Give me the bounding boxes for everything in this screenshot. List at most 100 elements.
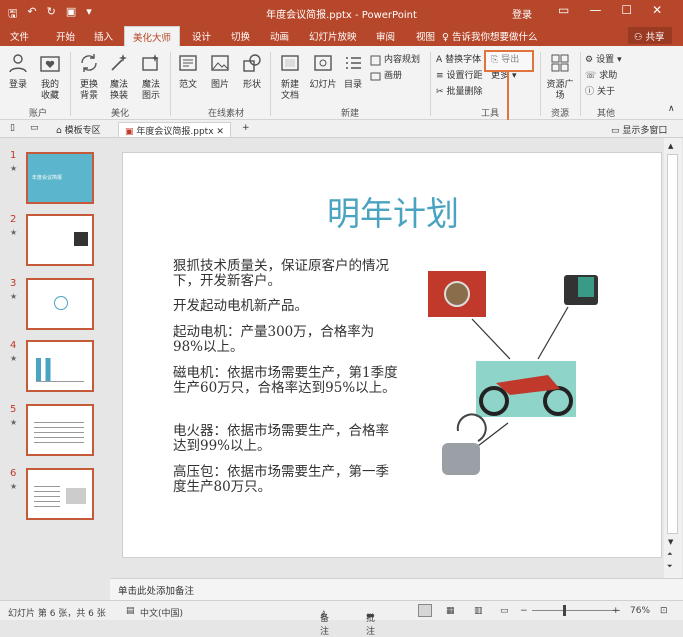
tab-transitions[interactable]: 切换: [231, 29, 250, 43]
group-online-label: 在线素材: [207, 109, 244, 119]
scroll-thumb[interactable]: [667, 154, 678, 534]
templates-tab-label: 模板专区: [64, 126, 101, 136]
next-slide-icon[interactable]: ⏷: [667, 562, 673, 571]
tab-beautify-master[interactable]: 美化大师: [124, 26, 181, 46]
resource-plaza-button[interactable]: 资源广场: [546, 52, 574, 102]
image-label: 图片: [210, 80, 229, 90]
show-multi-window[interactable]: ▭ 显示多窗口: [605, 122, 673, 137]
zoom-slider[interactable]: [532, 610, 620, 611]
tab-view[interactable]: 视图: [416, 29, 435, 43]
slide-paragraph[interactable]: 电火器：依据市场需要生产，合格率达到99%以上。: [173, 424, 398, 454]
about-button[interactable]: ⓘ 关于: [585, 87, 615, 98]
reading-view-icon[interactable]: ▥: [474, 606, 483, 616]
slide-paragraph[interactable]: 磁电机：依据市场需要生产，第1季度生产60万只，合格率达到95%以上。: [173, 366, 398, 396]
more-button[interactable]: 更多 ▾: [491, 71, 517, 82]
slide-title[interactable]: 明年计划: [123, 187, 663, 235]
slide-thumbnail-5[interactable]: [26, 404, 94, 456]
fit-to-window-icon[interactable]: ⊡: [660, 606, 668, 616]
prev-slide-icon[interactable]: ⏶: [667, 550, 673, 559]
new-doc-icon: [281, 55, 299, 71]
folder-icon[interactable]: ▭: [24, 122, 45, 137]
current-slide[interactable]: 明年计划 狠抓技术质量关，保证原客户的情况下，开发新客户。 开发起动电机新产品。…: [122, 152, 662, 558]
tab-design[interactable]: 设计: [192, 29, 211, 43]
ignition-connector: [578, 277, 594, 297]
tab-insert[interactable]: 插入: [94, 29, 113, 43]
file-icon[interactable]: ▯: [4, 122, 21, 137]
tab-slideshow[interactable]: 幻灯片放映: [309, 29, 357, 43]
scroll-down-icon[interactable]: ▼: [668, 538, 673, 546]
zoom-slider-thumb[interactable]: [563, 605, 566, 616]
close-icon[interactable]: ✕: [652, 3, 662, 17]
content-plan-button[interactable]: 内容规划: [370, 55, 420, 66]
zoom-in-icon[interactable]: +: [612, 606, 620, 616]
magic-diagram-button[interactable]: 魔法图示: [139, 52, 163, 102]
new-tab-button[interactable]: +: [236, 122, 256, 137]
language-indicator[interactable]: 中文(中国): [140, 606, 183, 619]
favorites-button[interactable]: 我的收藏: [38, 52, 62, 102]
current-document-tab[interactable]: ▣ 年度会议简报.pptx ✕: [118, 122, 231, 137]
new-document-button[interactable]: 新建文档: [278, 52, 302, 102]
refresh-icon: [81, 54, 97, 72]
scroll-up-icon[interactable]: ▲: [668, 142, 673, 150]
templates-tab[interactable]: ⌂ 模板专区: [50, 122, 107, 137]
animation-star-icon: ★: [10, 292, 18, 301]
tab-home[interactable]: 开始: [56, 29, 75, 43]
chevron-down-icon: ▾: [617, 55, 622, 65]
favorites-label: 我的收藏: [40, 80, 59, 101]
ppt-icon: ▣: [125, 127, 137, 137]
font-icon: A: [436, 55, 443, 65]
slide-paragraph[interactable]: 高压包：依据市场需要生产，第一季度生产80万只。: [173, 465, 398, 495]
login-button[interactable]: 登录: [6, 52, 30, 91]
line-spacing-icon: ≡: [436, 71, 444, 81]
batch-delete-button[interactable]: ✂ 批量删除: [436, 87, 483, 98]
collapse-ribbon-icon[interactable]: ∧: [668, 104, 675, 115]
tab-review[interactable]: 审阅: [376, 29, 395, 43]
minimize-icon[interactable]: —: [589, 3, 601, 17]
login-link[interactable]: 登录: [512, 6, 532, 21]
maximize-icon[interactable]: ☐: [621, 3, 632, 17]
slide-number: 6: [10, 468, 17, 479]
normal-view-icon[interactable]: [418, 604, 432, 617]
slide-label: 幻灯片: [309, 80, 337, 90]
coil-photo: [442, 443, 480, 475]
album-button[interactable]: 画册: [370, 71, 402, 82]
slide-sorter-icon[interactable]: ▦: [446, 606, 455, 616]
slide-paragraph[interactable]: 开发起动电机新产品。: [173, 299, 398, 314]
share-button[interactable]: ⚇ 共享: [628, 27, 672, 44]
toc-button[interactable]: 目录: [341, 52, 365, 91]
image-button[interactable]: 图片: [208, 52, 232, 91]
slideshow-icon[interactable]: ▭: [500, 606, 509, 616]
vertical-scrollbar[interactable]: ▲ ▼ ⏶ ⏷: [664, 138, 682, 578]
help-button[interactable]: ☏ 求助: [585, 71, 617, 82]
export-highlight-box: [484, 50, 534, 72]
slide-thumbnail-2[interactable]: [26, 214, 94, 266]
zoom-level[interactable]: 76%: [630, 606, 650, 616]
slide-number: 4: [10, 340, 17, 351]
tab-animations[interactable]: 动画: [270, 29, 289, 43]
magic-replace-button[interactable]: 魔法换装: [107, 52, 131, 102]
replace-background-button[interactable]: 更换背景: [77, 52, 101, 102]
ribbon-options-icon[interactable]: ▭: [558, 3, 569, 17]
gear-icon: ⚙: [585, 55, 594, 65]
slide-paragraph[interactable]: 起动电机：产量300万，合格率为98%以上。: [173, 325, 398, 355]
spellcheck-icon[interactable]: ▤: [126, 606, 135, 616]
slide-paragraph[interactable]: 狠抓技术质量关，保证原客户的情况下，开发新客户。: [173, 259, 398, 289]
slide-thumbnail-4[interactable]: [26, 340, 94, 392]
replace-font-button[interactable]: A 替换字体: [436, 55, 481, 66]
tab-file[interactable]: 文件: [10, 29, 29, 43]
slide-thumbnail-3[interactable]: [26, 278, 94, 330]
separator: [580, 52, 581, 116]
notes-pane[interactable]: 单击此处添加备注: [110, 578, 683, 600]
template-button[interactable]: 范文: [176, 52, 200, 91]
close-tab-icon[interactable]: ✕: [216, 127, 224, 137]
zoom-out-icon[interactable]: −: [520, 606, 528, 616]
slide-thumbnail-6[interactable]: [26, 468, 94, 520]
settings-button[interactable]: ⚙ 设置 ▾: [585, 55, 622, 66]
comments-toggle-label: 批注: [366, 614, 376, 637]
slide-button[interactable]: 幻灯片: [309, 52, 337, 91]
line-spacing-button[interactable]: ≡ 设置行距: [436, 71, 483, 82]
slide-thumbnail-1[interactable]: 年度会议简报: [26, 152, 94, 204]
shape-button[interactable]: 形状: [240, 52, 264, 91]
tell-me-box[interactable]: ♀ 告诉我你想要做什么: [442, 29, 538, 43]
product-diagram[interactable]: [418, 263, 608, 518]
